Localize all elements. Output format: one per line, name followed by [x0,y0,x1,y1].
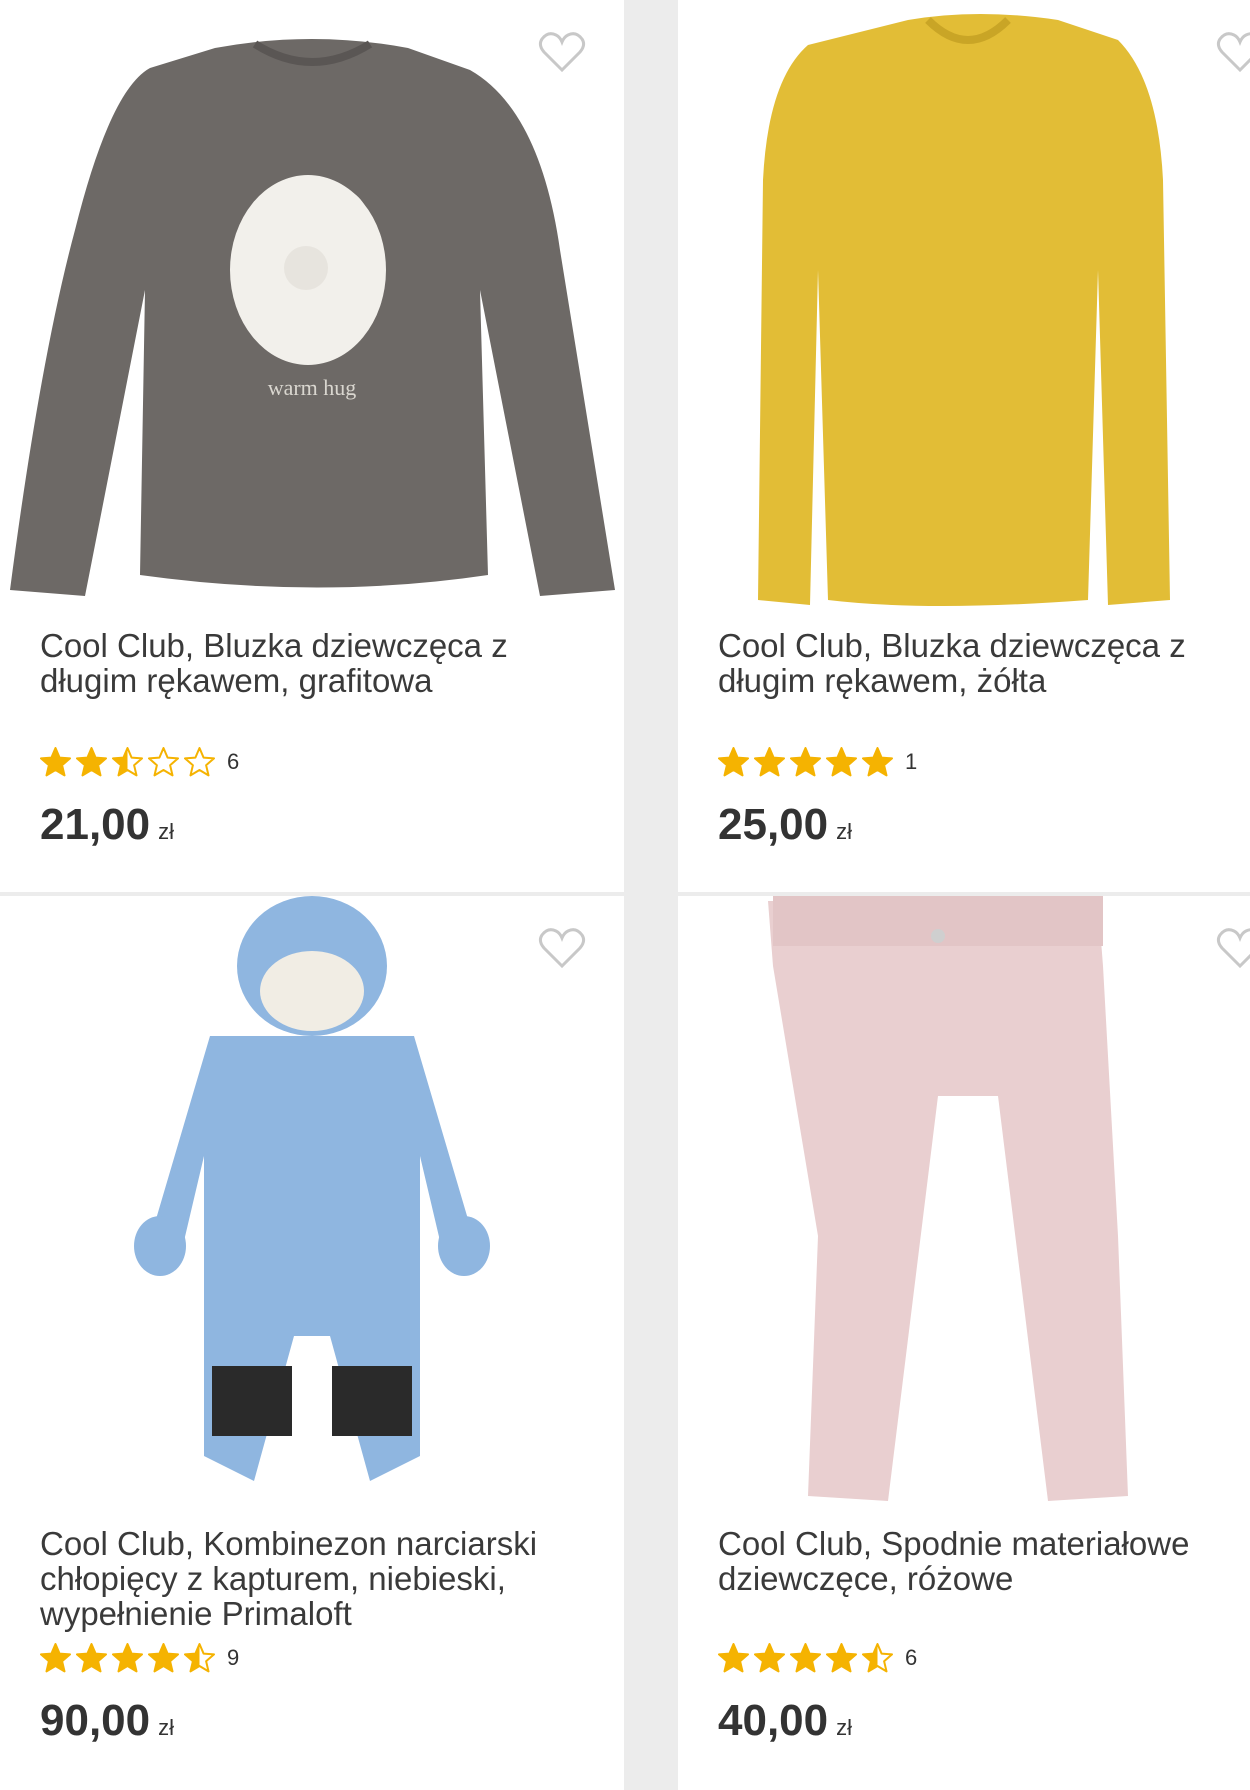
product-card[interactable]: Cool Club, Kombinezon narciarski chłopię… [0,896,624,1790]
star-full-icon [826,1642,857,1672]
star-full-icon [754,1642,785,1672]
product-image-pink-trousers[interactable] [678,896,1250,1506]
heart-icon[interactable] [538,926,586,970]
product-card[interactable]: warm hug Cool Club, Bluzka dziewczęca z … [0,0,624,892]
star-half-icon [862,1642,893,1672]
star-full-icon [718,1642,749,1672]
star-rating [718,746,893,778]
product-rating: 9 [40,1642,239,1674]
product-price: 40,00 zł [718,1696,852,1745]
heart-icon[interactable] [538,30,586,74]
star-full-icon [76,746,107,776]
star-full-icon [718,746,749,776]
product-rating: 1 [718,746,917,778]
product-price: 21,00 zł [40,800,174,849]
product-image-grey-sweatshirt[interactable]: warm hug [0,0,624,610]
star-full-icon [76,1642,107,1672]
star-empty-icon [184,746,215,776]
star-half-icon [184,1642,215,1672]
review-count: 6 [227,749,240,774]
review-count: 9 [227,1645,240,1670]
star-full-icon [862,746,893,776]
product-card[interactable]: Cool Club, Bluzka dziewczęca z długim rę… [678,0,1250,892]
product-rating: 6 [40,746,239,778]
star-full-icon [826,746,857,776]
heart-icon[interactable] [1216,926,1250,970]
star-rating [40,1642,215,1674]
star-empty-icon [148,746,179,776]
product-title[interactable]: Cool Club, Spodnie materiałowe dziewczęc… [718,1526,1238,1596]
product-card[interactable]: Cool Club, Spodnie materiałowe dziewczęc… [678,896,1250,1790]
product-price: 25,00 zł [718,800,852,849]
star-full-icon [790,746,821,776]
product-rating: 6 [718,1642,917,1674]
product-grid: warm hug Cool Club, Bluzka dziewczęca z … [0,0,1250,1790]
product-title[interactable]: Cool Club, Bluzka dziewczęca z długim rę… [718,628,1238,698]
star-full-icon [754,746,785,776]
product-image-blue-snowsuit[interactable] [0,896,624,1506]
heart-icon[interactable] [1216,30,1250,74]
star-rating [718,1642,893,1674]
product-price: 90,00 zł [40,1696,174,1745]
product-image-yellow-top[interactable] [678,0,1250,610]
product-title[interactable]: Cool Club, Kombinezon narciarski chłopię… [40,1526,580,1631]
review-count: 1 [905,749,918,774]
star-full-icon [40,746,71,776]
print-text: warm hug [268,375,357,400]
star-full-icon [112,1642,143,1672]
star-rating [40,746,215,778]
star-full-icon [148,1642,179,1672]
star-full-icon [790,1642,821,1672]
star-half-icon [112,746,143,776]
star-full-icon [40,1642,71,1672]
product-title[interactable]: Cool Club, Bluzka dziewczęca z długim rę… [40,628,580,698]
review-count: 6 [905,1645,918,1670]
